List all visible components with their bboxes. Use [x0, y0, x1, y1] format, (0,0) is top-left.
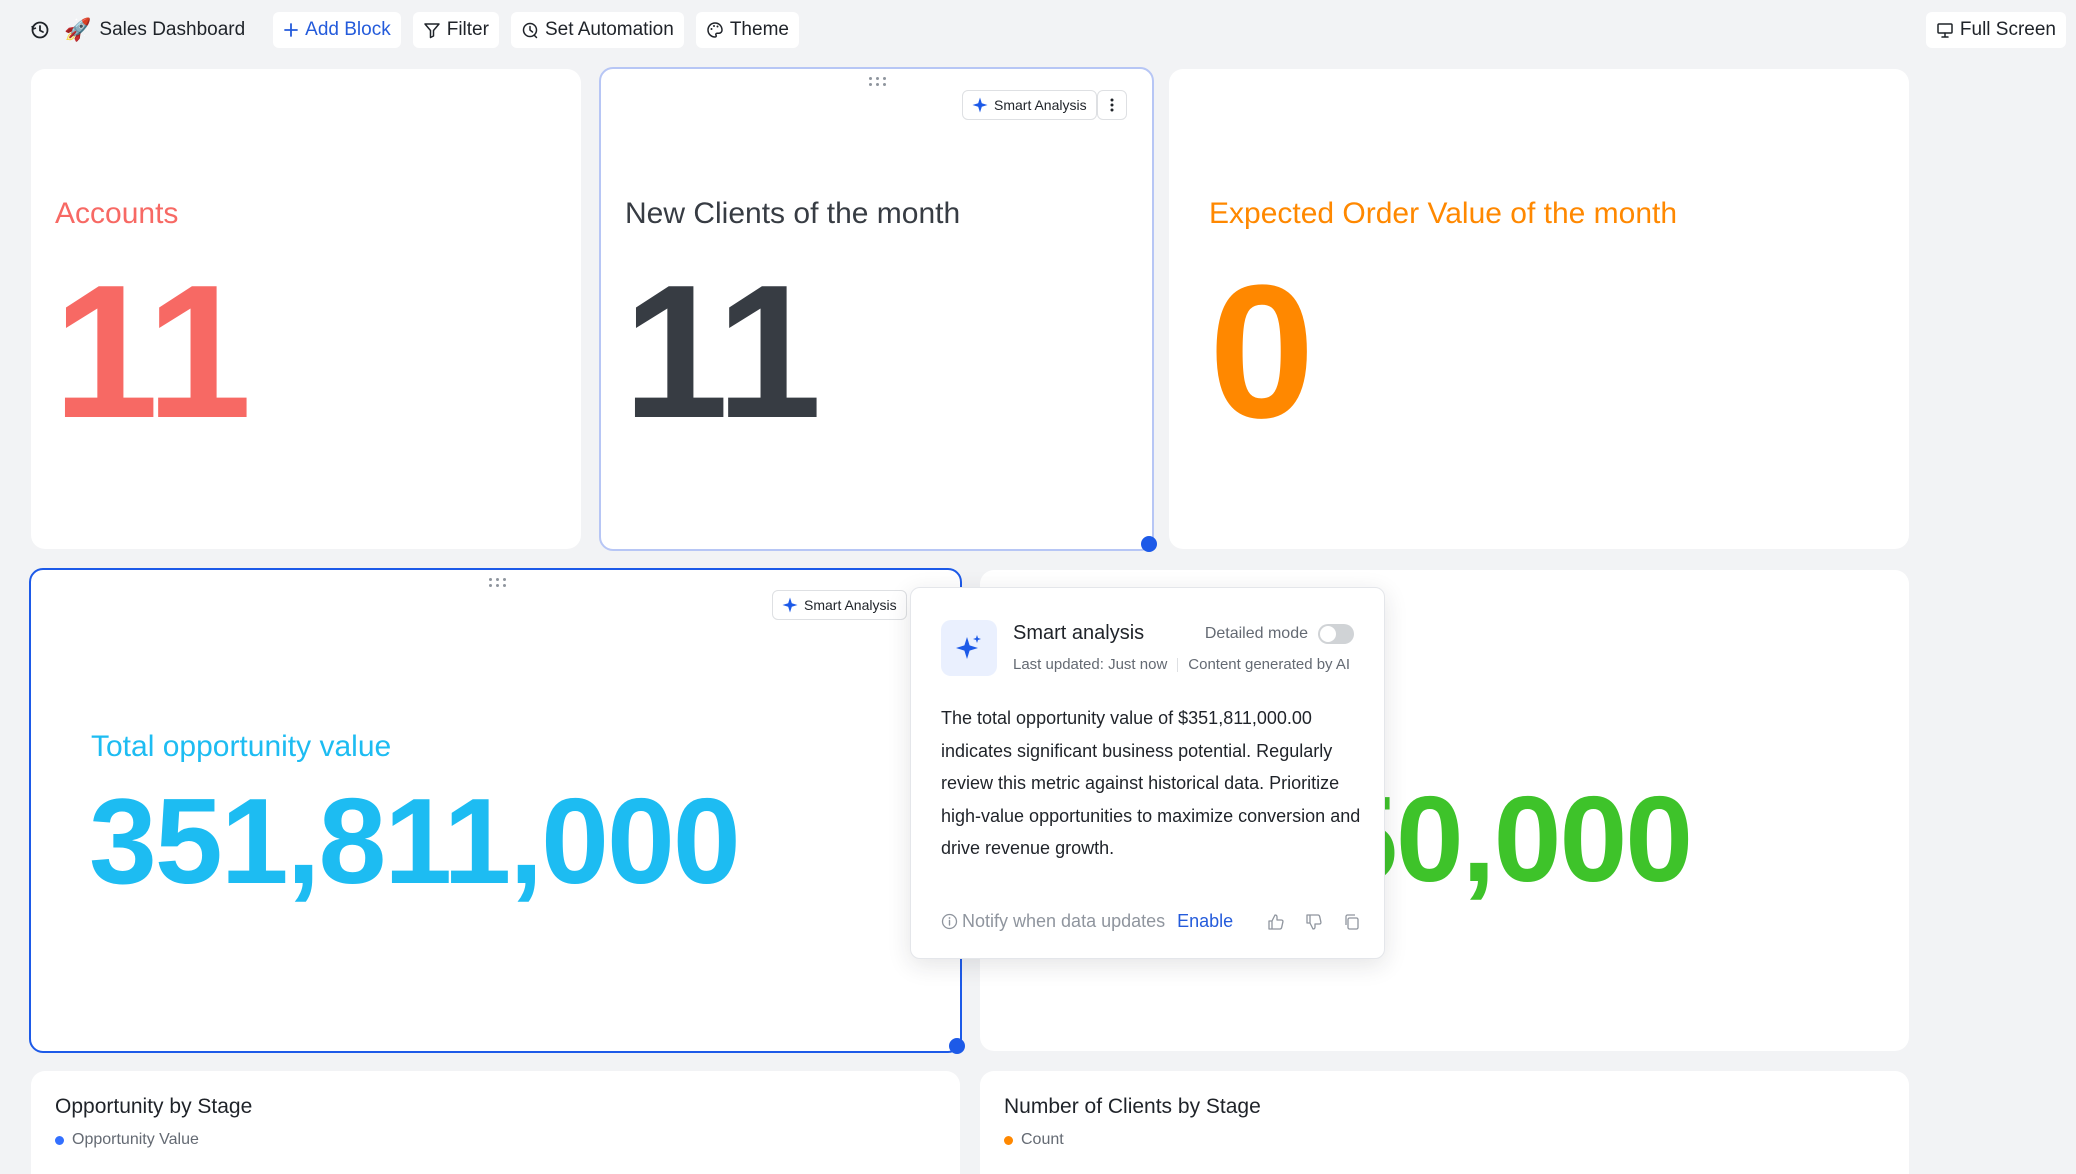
- smart-analysis-label: Smart Analysis: [994, 97, 1087, 113]
- theme-button[interactable]: Theme: [695, 12, 799, 48]
- toolbar: 🚀 Sales Dashboard Add Block Filter Set A…: [0, 0, 2076, 60]
- theme-label: Theme: [729, 19, 789, 40]
- full-screen-label: Full Screen: [1959, 19, 2056, 40]
- resize-handle[interactable]: [1141, 536, 1157, 552]
- feedback-actions: [1267, 913, 1361, 931]
- full-screen-button[interactable]: Full Screen: [1925, 12, 2066, 48]
- kpi-card-expected-order-value[interactable]: Expected Order Value of the month 0: [1169, 69, 1909, 549]
- thumbs-down-icon[interactable]: [1305, 913, 1323, 931]
- smart-analysis-label: Smart Analysis: [804, 597, 897, 613]
- rocket-icon: 🚀: [64, 17, 92, 42]
- legend-dot: [1004, 1135, 1013, 1145]
- more-vertical-icon: [1110, 98, 1114, 112]
- kpi-card-accounts[interactable]: Accounts 11: [31, 69, 581, 549]
- legend-label: Opportunity Value: [72, 1131, 199, 1148]
- palette-icon: [707, 22, 723, 38]
- popover-meta: Last updated: Just now Content generated…: [1013, 656, 1350, 673]
- filter-icon: [423, 23, 440, 39]
- add-block-label: Add Block: [305, 19, 391, 40]
- drag-handle[interactable]: [489, 578, 507, 588]
- kpi-value: 0: [1209, 246, 1315, 458]
- sparkle-badge-icon: [941, 620, 997, 676]
- kpi-title: Total opportunity value: [91, 730, 392, 763]
- set-automation-button[interactable]: Set Automation: [510, 12, 684, 48]
- kpi-value: 351,811,000: [89, 773, 741, 909]
- smart-analysis-button[interactable]: Smart Analysis: [772, 590, 907, 620]
- thumbs-up-icon[interactable]: [1267, 913, 1285, 931]
- chart-card-clients-by-stage[interactable]: Number of Clients by Stage Count: [980, 1071, 1909, 1174]
- analysis-text: The total opportunity value of $351,811,…: [941, 708, 1361, 858]
- chart-legend[interactable]: Opportunity Value: [55, 1131, 199, 1149]
- kpi-value: 11: [623, 246, 822, 458]
- popover-footer: Notify when data updates Enable: [941, 911, 1361, 932]
- automation-icon: [522, 22, 538, 39]
- kpi-card-new-clients[interactable]: Smart Analysis New Clients of the month …: [599, 67, 1154, 551]
- enable-link[interactable]: Enable: [1177, 911, 1233, 932]
- detailed-mode-label: Detailed mode: [1204, 625, 1308, 642]
- filter-label: Filter: [446, 19, 489, 40]
- set-automation-label: Set Automation: [544, 19, 674, 40]
- divider: [1177, 657, 1179, 672]
- popover-title: Smart analysis: [1013, 622, 1145, 644]
- history-icon[interactable]: [28, 18, 52, 42]
- smart-analysis-popover: Smart analysis Detailed mode Last update…: [910, 587, 1385, 959]
- legend-label: Count: [1021, 1131, 1064, 1148]
- kpi-value: 11: [53, 246, 252, 458]
- add-block-button[interactable]: Add Block: [273, 12, 401, 48]
- copy-icon[interactable]: [1343, 913, 1361, 931]
- chart-title: Number of Clients by Stage: [1004, 1095, 1261, 1118]
- detailed-mode-toggle[interactable]: [1318, 624, 1354, 644]
- last-updated-text: Last updated: Just now: [1013, 656, 1168, 673]
- chart-title: Opportunity by Stage: [55, 1095, 253, 1118]
- kpi-card-total-opportunity[interactable]: Smart Analysis Total opportunity value 3…: [29, 568, 962, 1053]
- smart-analysis-button[interactable]: Smart Analysis: [962, 90, 1097, 120]
- chart-legend[interactable]: Count: [1004, 1131, 1064, 1149]
- ai-generated-text: Content generated by AI: [1188, 656, 1351, 673]
- legend-dot: [55, 1135, 64, 1145]
- filter-button[interactable]: Filter: [412, 12, 499, 48]
- drag-handle[interactable]: [869, 77, 887, 87]
- notify-info: Notify when data updates: [941, 911, 1165, 932]
- detailed-mode: Detailed mode: [1205, 624, 1354, 644]
- chart-card-opportunity-by-stage[interactable]: Opportunity by Stage Opportunity Value: [31, 1071, 960, 1174]
- resize-handle[interactable]: [949, 1038, 965, 1054]
- plus-icon: [284, 23, 299, 37]
- sparkle-icon: [972, 97, 988, 113]
- notify-label: Notify when data updates: [962, 911, 1166, 931]
- toolbar-left: 🚀 Sales Dashboard Add Block Filter Set A…: [28, 12, 799, 48]
- kpi-title: Accounts: [55, 197, 179, 230]
- presentation-icon: [1937, 23, 1953, 38]
- more-options-button[interactable]: [1097, 90, 1127, 120]
- kpi-title: New Clients of the month: [625, 197, 961, 230]
- sparkle-icon: [782, 597, 798, 613]
- dashboard-title: 🚀 Sales Dashboard: [64, 19, 245, 41]
- kpi-title: Expected Order Value of the month: [1209, 197, 1678, 230]
- dashboard-title-text: Sales Dashboard: [99, 19, 246, 40]
- info-icon: [941, 913, 958, 930]
